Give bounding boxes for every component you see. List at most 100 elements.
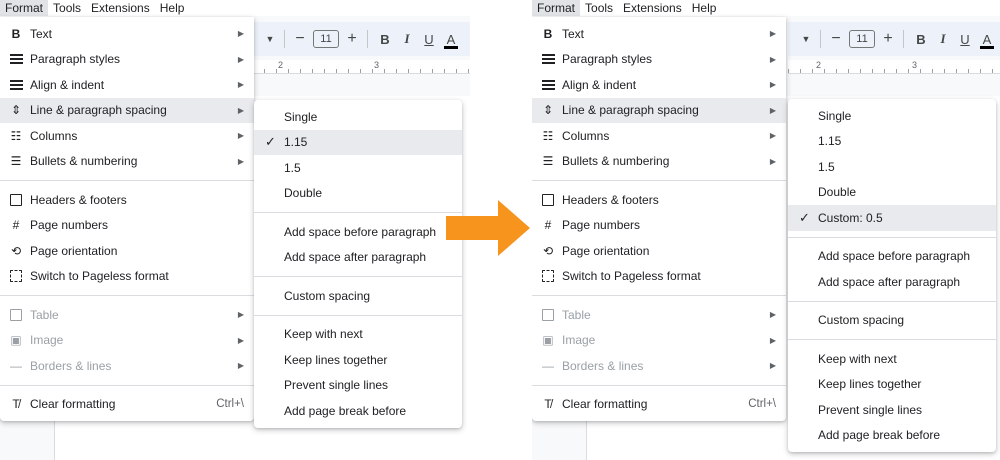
spacing-option-custom[interactable]: ✓ Custom: 0.5 — [788, 205, 996, 231]
underline-button[interactable]: U — [418, 27, 440, 51]
text-color-button[interactable]: A — [440, 27, 462, 51]
add-space-after-button[interactable]: Add space after paragraph — [254, 245, 462, 271]
prevent-single-lines-button[interactable]: Prevent single lines — [254, 373, 462, 399]
menu-format[interactable]: Format — [532, 0, 581, 16]
keep-with-next-button[interactable]: Keep with next — [788, 346, 996, 372]
menu-item-image: ▣ Image ▶ — [532, 328, 786, 354]
keep-with-next-button[interactable]: Keep with next — [254, 322, 462, 348]
menu-item-paragraph-styles[interactable]: Paragraph styles ▶ — [532, 47, 786, 73]
spacing-option-1-15[interactable]: 1.15 — [788, 129, 996, 155]
menu-divider — [788, 236, 996, 238]
custom-spacing-button[interactable]: Custom spacing — [788, 308, 996, 334]
keep-lines-together-button[interactable]: Keep lines together — [788, 372, 996, 398]
submenu-arrow-icon: ▶ — [769, 361, 776, 371]
menu-item-paragraph-styles[interactable]: Paragraph styles ▶ — [0, 47, 254, 73]
add-page-break-before-button[interactable]: Add page break before — [254, 398, 462, 424]
menu-item-clear-formatting[interactable]: T̸ Clear formatting Ctrl+\ — [0, 392, 254, 418]
menu-extensions[interactable]: Extensions — [618, 0, 687, 16]
menu-item-align-indent[interactable]: Align & indent ▶ — [0, 72, 254, 98]
menu-item-headers-footers[interactable]: Headers & footers — [0, 187, 254, 213]
menu-item-label: Clear formatting — [30, 397, 116, 412]
bold-button[interactable]: B — [374, 27, 396, 51]
align-icon — [540, 77, 556, 93]
dropdown-arrow-icon[interactable]: ▼ — [262, 27, 278, 51]
pageless-icon — [540, 268, 556, 284]
spacing-option-label: 1.15 — [284, 135, 308, 150]
decrease-font-size-button[interactable]: − — [291, 27, 309, 51]
menu-item-label: Columns — [562, 128, 610, 143]
spacing-option-double[interactable]: Double — [788, 180, 996, 206]
menu-item-line-paragraph-spacing[interactable]: ⇕ Line & paragraph spacing ▶ — [0, 97, 254, 123]
menu-item-columns[interactable]: ☷ Columns ▶ — [0, 123, 254, 149]
menu-item-label: Page numbers — [562, 218, 641, 233]
menu-help[interactable]: Help — [155, 0, 190, 16]
menu-item-text[interactable]: B Text ▶ — [532, 21, 786, 47]
menu-item-clear-formatting[interactable]: T̸ Clear formatting Ctrl+\ — [532, 392, 786, 418]
font-size-input[interactable]: 11 — [849, 30, 875, 48]
menu-item-align-indent[interactable]: Align & indent ▶ — [532, 72, 786, 98]
increase-font-size-button[interactable]: + — [343, 27, 361, 51]
text-color-button[interactable]: A — [976, 27, 998, 51]
submenu-arrow-icon: ▶ — [237, 131, 244, 141]
decrease-font-size-button[interactable]: − — [827, 27, 845, 51]
menu-item-columns[interactable]: ☷ Columns ▶ — [532, 123, 786, 149]
spacing-option-1-5[interactable]: 1.5 — [788, 154, 996, 180]
menu-item-page-numbers[interactable]: # Page numbers — [532, 213, 786, 239]
menu-item-headers-footers[interactable]: Headers & footers — [532, 187, 786, 213]
menu-item-line-paragraph-spacing[interactable]: ⇕ Line & paragraph spacing ▶ — [532, 97, 786, 123]
menu-item-label: Borders & lines — [562, 358, 644, 373]
line-spacing-icon: ⇕ — [10, 103, 22, 118]
add-space-before-button[interactable]: Add space before paragraph — [788, 244, 996, 270]
menu-item-label: Page orientation — [30, 243, 118, 258]
menu-extensions[interactable]: Extensions — [86, 0, 155, 16]
menu-item-pageless[interactable]: Switch to Pageless format — [532, 264, 786, 290]
prevent-single-lines-button[interactable]: Prevent single lines — [788, 397, 996, 423]
menu-divider — [254, 212, 462, 213]
add-page-break-before-button[interactable]: Add page break before — [788, 423, 996, 449]
spacing-option-double[interactable]: Double — [254, 181, 462, 207]
headers-footers-icon — [540, 192, 556, 208]
spacing-option-1-5[interactable]: 1.5 — [254, 155, 462, 181]
menu-item-table: Table ▶ — [0, 302, 254, 328]
menu-item-label: Line & paragraph spacing — [562, 103, 699, 118]
menu-divider — [0, 295, 254, 296]
font-size-input[interactable]: 11 — [313, 30, 339, 48]
shortcut-label: Ctrl+\ — [748, 398, 776, 411]
dropdown-arrow-icon[interactable]: ▼ — [798, 27, 814, 51]
add-space-after-button[interactable]: Add space after paragraph — [788, 269, 996, 295]
increase-font-size-button[interactable]: + — [879, 27, 897, 51]
menu-item-label: Text — [30, 26, 53, 41]
custom-spacing-button[interactable]: Custom spacing — [254, 283, 462, 309]
menu-format[interactable]: Format — [0, 0, 49, 16]
menu-item-text[interactable]: B Text ▶ — [0, 21, 254, 47]
keep-lines-together-button[interactable]: Keep lines together — [254, 347, 462, 373]
menu-divider — [0, 384, 254, 386]
menu-item-page-numbers[interactable]: # Page numbers — [0, 213, 254, 239]
menu-divider — [532, 384, 786, 386]
menu-item-page-orientation[interactable]: ⟲ Page orientation — [0, 238, 254, 264]
menu-item-bullets-numbering[interactable]: ☰ Bullets & numbering ▶ — [532, 149, 786, 175]
menu-tools[interactable]: Tools — [48, 0, 86, 16]
italic-button[interactable]: I — [396, 27, 418, 51]
bold-button[interactable]: B — [910, 27, 932, 51]
menu-item-label: Bullets & numbering — [562, 154, 670, 169]
spacing-option-1-15[interactable]: ✓ 1.15 — [254, 129, 462, 155]
submenu-arrow-icon: ▶ — [769, 29, 776, 39]
spacing-option-single[interactable]: Single — [254, 104, 462, 130]
menu-help[interactable]: Help — [687, 0, 722, 16]
underline-button[interactable]: U — [954, 27, 976, 51]
menu-tools[interactable]: Tools — [580, 0, 618, 16]
submenu-arrow-icon: ▶ — [769, 131, 776, 141]
menu-item-bullets-numbering[interactable]: ☰ Bullets & numbering ▶ — [0, 149, 254, 175]
italic-button[interactable]: I — [932, 27, 954, 51]
spacing-option-single[interactable]: Single — [788, 103, 996, 129]
menu-item-pageless[interactable]: Switch to Pageless format — [0, 264, 254, 290]
line-spacing-submenu: Single 1.15 1.5 Double ✓ Custom: 0.5 Add… — [788, 99, 996, 452]
bullets-icon: ☰ — [542, 154, 554, 169]
before-screenshot: Format Tools Extensions Help ▼ − 11 + B … — [0, 0, 470, 460]
menu-item-page-orientation[interactable]: ⟲ Page orientation — [532, 238, 786, 264]
add-space-before-button[interactable]: Add space before paragraph — [254, 219, 462, 245]
ruler[interactable]: 2 3 — [788, 60, 1000, 74]
toolbar-divider — [903, 30, 904, 48]
ruler[interactable]: 2 3 — [252, 60, 470, 74]
